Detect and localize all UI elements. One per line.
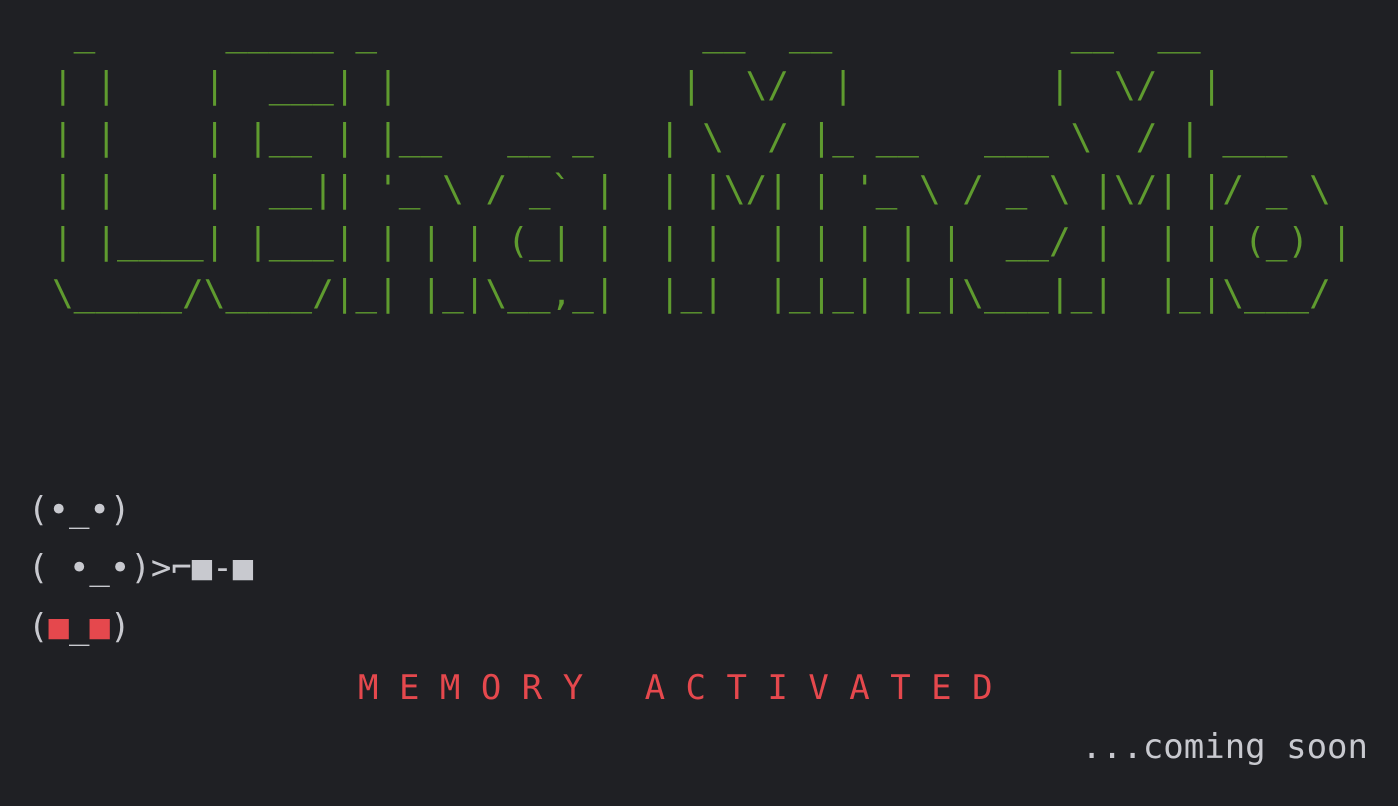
face-right-paren: ) [109,607,131,647]
face-with-sunglasses: ( •_•)>⌐■-■ [28,548,254,588]
banner-line: | | | ___| | | \/ | | \/ | [52,65,1223,106]
banner-line: \_____/\____/|_| |_|\__,_| |_| |_|_| |_|… [52,273,1331,314]
banner-line: | |____| |___| | | | (_| | | | | | | | |… [52,221,1353,262]
face-mouth: _ [68,607,90,647]
face-neutral: (•_•) [28,490,131,530]
sunglasses-left-lens: ■ [48,607,69,647]
memory-activated-text: M E M O R Y A C T I V A T E D [358,668,993,708]
banner-line: | | | __|| '_ \ / _` | | |\/| | '_ \ / _… [52,169,1331,210]
face-left-paren: ( [28,607,49,647]
ascii-art-banner: _ _____ _ __ __ __ __ | | | ___| | | \/ |… [52,8,1352,320]
banner-line: | | | |__ | |__ __ _ | \ / |_ __ ___ \ /… [52,117,1288,158]
face-wearing-sunglasses: (■_■) [28,607,130,647]
banner-line: _ _____ _ __ __ __ __ [52,13,1201,54]
coming-soon-text: ...coming soon [1081,727,1368,767]
sunglasses-right-lens: ■ [89,607,110,647]
